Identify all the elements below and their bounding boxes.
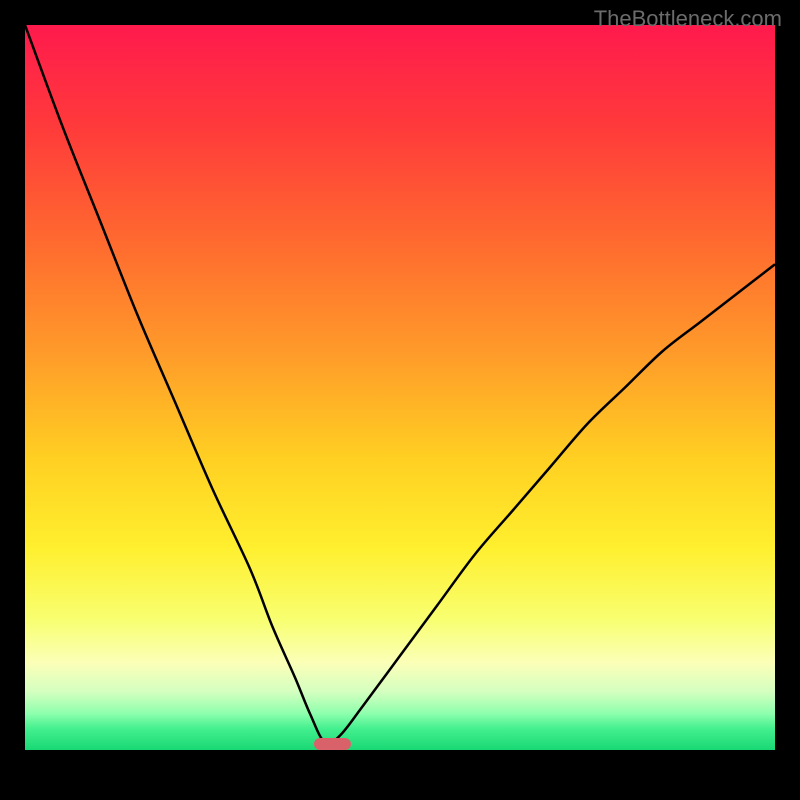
optimal-range-marker <box>314 738 352 750</box>
plot-area <box>25 25 775 750</box>
curve-layer <box>25 25 775 750</box>
watermark-text: TheBottleneck.com <box>594 6 782 32</box>
bottleneck-curve <box>25 25 775 744</box>
x-axis-area <box>25 750 775 775</box>
